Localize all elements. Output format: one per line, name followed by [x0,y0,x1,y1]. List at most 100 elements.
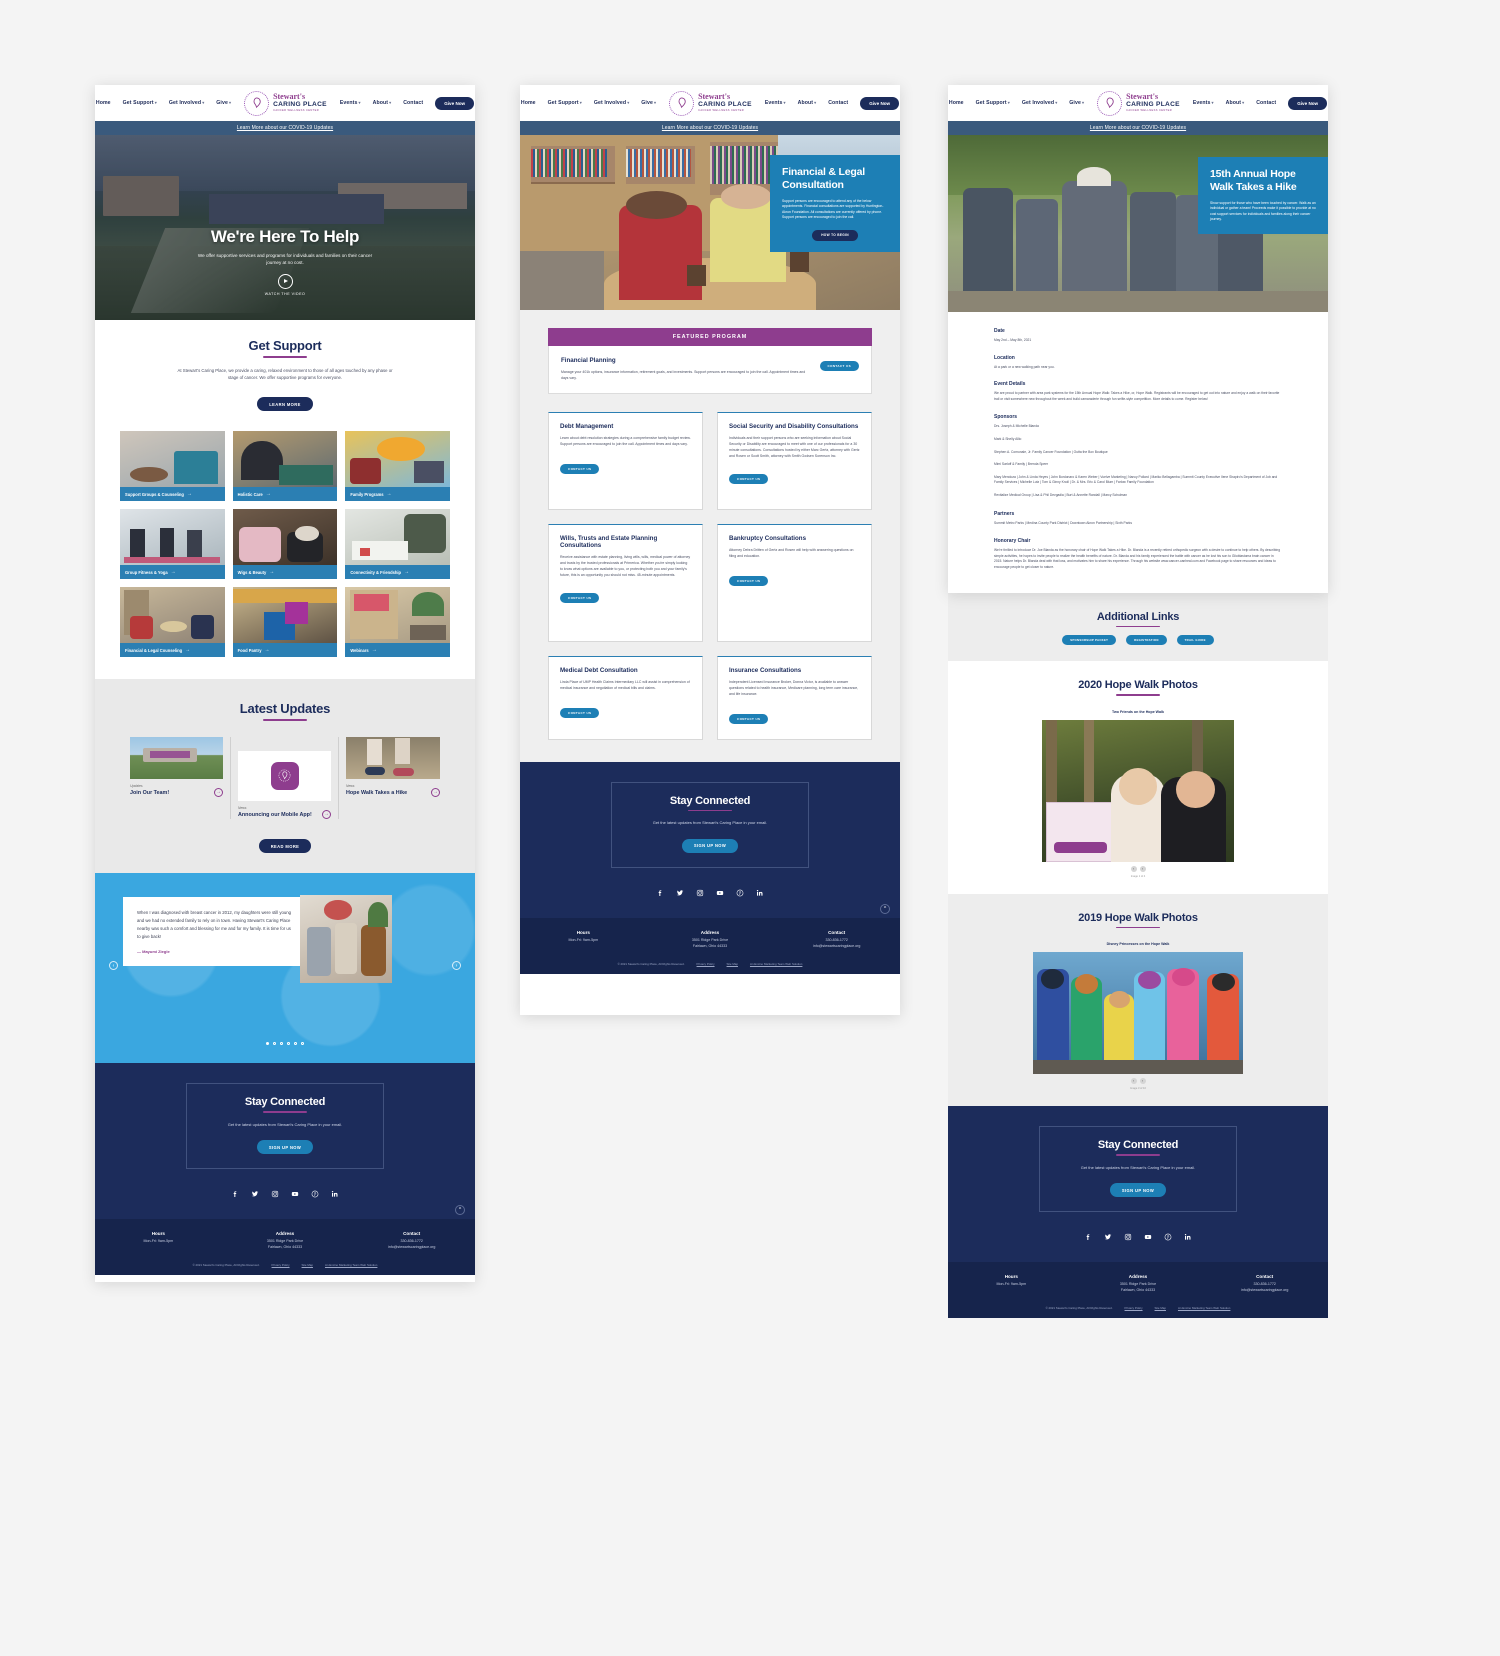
carousel-dot[interactable] [273,1042,276,1046]
sign-up-now-button[interactable]: SIGN UP NOW [1109,1183,1167,1198]
nav-item-get-involved[interactable]: Get Involved▾ [594,100,629,106]
give-now-button[interactable]: Give Now [1288,96,1328,110]
site-map-link[interactable]: Site Map [727,962,738,966]
nav-item-contact[interactable]: Contact [403,100,423,106]
gallery-prev-button[interactable]: ‹ [1130,865,1137,872]
twitter-icon[interactable] [1104,1228,1112,1246]
support-card[interactable]: Family Programs → [345,431,450,502]
update-arrow-icon[interactable]: → [431,787,440,797]
carousel-dot[interactable] [287,1042,290,1046]
play-video-button[interactable] [277,273,293,289]
read-more-button[interactable]: READ MORE [258,839,312,854]
twitter-icon[interactable] [676,884,684,902]
support-card[interactable]: Group Fitness & Yoga → [120,509,225,580]
footer-email[interactable]: info@stewartscaringplace.org [348,1245,475,1251]
footer-email[interactable]: info@stewartscaringplace.org [773,944,900,950]
update-item[interactable]: News Hope Walk Takes a Hike → [339,736,447,819]
site-logo[interactable]: Stewart's CARING PLACE CANCER WELLNESS C… [244,90,327,116]
contact-us-button[interactable]: CONTACT US [560,592,600,603]
gallery-next-button[interactable]: › [1139,865,1146,872]
covid-banner[interactable]: Learn More about our COVID-19 Updates [95,121,475,135]
nav-item-get-support[interactable]: Get Support▾ [123,100,157,106]
nav-item-events[interactable]: Events▾ [1193,100,1214,106]
nav-item-give[interactable]: Give▾ [216,100,231,106]
nav-item-give[interactable]: Give▾ [641,100,656,106]
gallery-next-button[interactable]: › [1139,1078,1146,1085]
nav-item-contact[interactable]: Contact [1256,100,1276,106]
nav-item-get-involved[interactable]: Get Involved▾ [1022,100,1057,106]
contact-us-button[interactable]: CONTACT US [560,463,600,474]
learn-more-button[interactable]: LEARN MORE [257,397,313,412]
pinterest-icon[interactable] [311,1185,319,1203]
support-card[interactable]: Wigs & Beauty → [232,509,338,580]
support-card[interactable]: Connectivity & Friendship → [345,509,450,580]
contact-us-button[interactable]: CONTACT US [729,713,769,724]
footer-email[interactable]: info@stewartscaringplace.org [1201,1288,1328,1294]
how-to-begin-button[interactable]: HOW TO BEGIN [812,229,858,241]
carousel-dot[interactable] [301,1042,304,1046]
instagram-icon[interactable] [696,884,704,902]
site-map-link[interactable]: Site Map [302,1263,313,1267]
update-item[interactable]: News Announcing our Mobile App! → [231,736,339,819]
support-card[interactable]: Financial & Legal Counseling → [120,587,225,658]
support-card[interactable]: Support Groups & Counseling → [120,431,225,502]
nav-item-get-support[interactable]: Get Support▾ [976,100,1010,106]
youtube-icon[interactable] [1144,1228,1152,1246]
linkedin-icon[interactable] [331,1185,339,1203]
contact-us-button[interactable]: CONTACT US [819,361,859,371]
youtube-icon[interactable] [716,884,724,902]
nav-item-events[interactable]: Events▾ [340,100,361,106]
update-item[interactable]: Updates Join Our Team! → [123,736,231,819]
instagram-icon[interactable] [1124,1228,1132,1246]
covid-banner[interactable]: Learn More about our COVID-19 Updates [520,121,900,135]
carousel-dot[interactable] [280,1042,283,1046]
nav-item-get-involved[interactable]: Get Involved▾ [169,100,204,106]
covid-banner[interactable]: Learn More about our COVID-19 Updates [948,121,1328,135]
web-solution-link[interactable]: An Encino Marketing Team Web Solution [750,962,802,966]
support-card[interactable]: Holistic Care → [232,431,338,502]
twitter-icon[interactable] [251,1185,259,1203]
nav-item-events[interactable]: Events▾ [765,100,786,106]
give-now-button[interactable]: Give Now [860,96,900,110]
sponsorship-packet-link[interactable]: SPONSORSHIP PACKET [1062,635,1117,646]
facebook-icon[interactable] [656,884,664,902]
instagram-icon[interactable] [271,1185,279,1203]
back-to-top-button[interactable]: ^ [880,903,890,914]
pinterest-icon[interactable] [1164,1228,1172,1246]
nav-item-about[interactable]: About▾ [373,100,392,106]
update-arrow-icon[interactable]: → [322,809,331,819]
contact-us-button[interactable]: CONTACT US [729,473,769,484]
site-logo[interactable]: Stewart's CARING PLACE CANCER WELLNESS C… [1097,90,1180,116]
site-map-link[interactable]: Site Map [1155,1306,1166,1310]
gallery-2019-photo[interactable] [1033,952,1243,1075]
nav-item-about[interactable]: About▾ [1226,100,1245,106]
web-solution-link[interactable]: An Encino Marketing Team Web Solution [1178,1306,1230,1310]
gallery-2020-photo[interactable] [1042,719,1234,862]
nav-item-get-support[interactable]: Get Support▾ [548,100,582,106]
linkedin-icon[interactable] [756,884,764,902]
support-card[interactable]: Food Pantry → [232,587,338,658]
sign-up-now-button[interactable]: SIGN UP NOW [681,838,739,853]
nav-item-give[interactable]: Give▾ [1069,100,1084,106]
contact-us-button[interactable]: CONTACT US [560,707,600,718]
gallery-prev-button[interactable]: ‹ [1130,1078,1137,1085]
contact-us-button[interactable]: CONTACT US [729,575,769,586]
update-arrow-icon[interactable]: → [214,787,223,797]
nav-item-home[interactable]: Home [949,100,964,106]
site-logo[interactable]: Stewart's CARING PLACE CANCER WELLNESS C… [669,90,752,116]
trail-guide-link[interactable]: TRAIL GUIDE [1176,635,1214,646]
privacy-policy-link[interactable]: Privacy Policy [272,1263,290,1267]
nav-item-contact[interactable]: Contact [828,100,848,106]
support-card[interactable]: Webinars → [345,587,450,658]
carousel-dot[interactable] [294,1042,297,1046]
registration-link[interactable]: REGISTRATION [1126,635,1167,646]
give-now-button[interactable]: Give Now [435,96,475,110]
privacy-policy-link[interactable]: Privacy Policy [1125,1306,1143,1310]
nav-item-home[interactable]: Home [521,100,536,106]
linkedin-icon[interactable] [1184,1228,1192,1246]
carousel-dot[interactable] [266,1042,269,1046]
sign-up-now-button[interactable]: SIGN UP NOW [256,1140,314,1155]
nav-item-home[interactable]: Home [96,100,111,106]
youtube-icon[interactable] [291,1185,299,1203]
facebook-icon[interactable] [1084,1228,1092,1246]
